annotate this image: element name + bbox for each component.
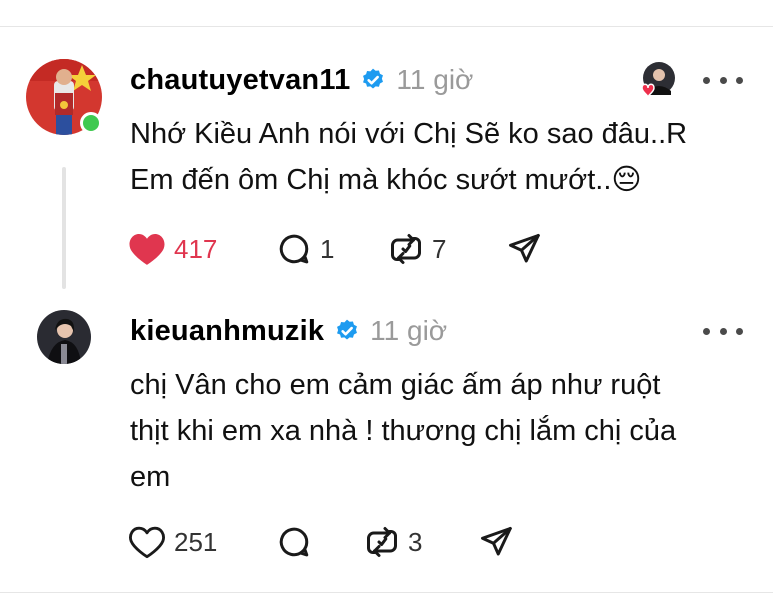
timestamp: 11 giờ — [370, 315, 448, 346]
post-text-line: chị Vân cho em cảm giác ấm áp như ruột — [130, 369, 661, 401]
reply-button[interactable]: 1 — [276, 229, 334, 269]
bottom-divider — [0, 592, 773, 593]
verified-badge-icon — [363, 68, 384, 89]
verified-badge-icon — [337, 319, 358, 340]
post-text: chị Vân cho em cảm giác ấm áp như ruột t… — [130, 362, 750, 500]
online-status-dot — [80, 112, 102, 134]
repost-icon — [391, 234, 421, 264]
post-text-line: em — [130, 461, 171, 493]
username[interactable]: chautuyetvan11 — [130, 64, 350, 97]
repost-icon — [367, 527, 397, 557]
heart-icon — [129, 233, 165, 265]
reply-count: 1 — [320, 233, 335, 264]
share-button[interactable] — [506, 229, 542, 269]
like-button[interactable]: 251 — [128, 522, 217, 562]
like-button[interactable]: 417 — [128, 229, 217, 269]
comment-icon — [279, 527, 309, 557]
post-text-line: Em đến ôm Chị mà khóc sướt mướt..😔 — [130, 164, 642, 196]
heart-icon — [129, 526, 165, 559]
share-button[interactable] — [478, 522, 514, 562]
repost-button[interactable]: 7 — [388, 229, 446, 269]
post-header: kieuanhmuzik 11 giờ — [130, 306, 447, 356]
post-text-line: thịt khi em xa nhà ! thương chị lắm chị … — [130, 415, 677, 447]
timestamp: 11 giờ — [396, 64, 474, 95]
more-options-icon[interactable] — [703, 65, 743, 95]
comment-icon — [279, 234, 309, 264]
post-header: chautuyetvan11 11 giờ — [130, 55, 473, 105]
liked-by-author-avatar — [638, 61, 676, 99]
like-count: 417 — [174, 233, 218, 264]
share-icon — [481, 527, 512, 556]
avatar[interactable] — [37, 310, 91, 364]
more-options-icon[interactable] — [703, 316, 743, 346]
post-text-line: Nhớ Kiều Anh nói với Chị Sẽ ko sao đâu..… — [130, 118, 688, 150]
thread-connector-line — [62, 167, 66, 289]
reply-button[interactable] — [276, 522, 312, 562]
repost-button[interactable]: 3 — [364, 522, 422, 562]
share-icon — [509, 234, 540, 263]
post-text: Nhớ Kiều Anh nói với Chị Sẽ ko sao đâu..… — [130, 111, 750, 203]
repost-count: 3 — [408, 526, 423, 557]
username[interactable]: kieuanhmuzik — [130, 315, 324, 348]
like-count: 251 — [174, 526, 218, 557]
top-divider — [0, 26, 773, 27]
repost-count: 7 — [432, 233, 447, 264]
